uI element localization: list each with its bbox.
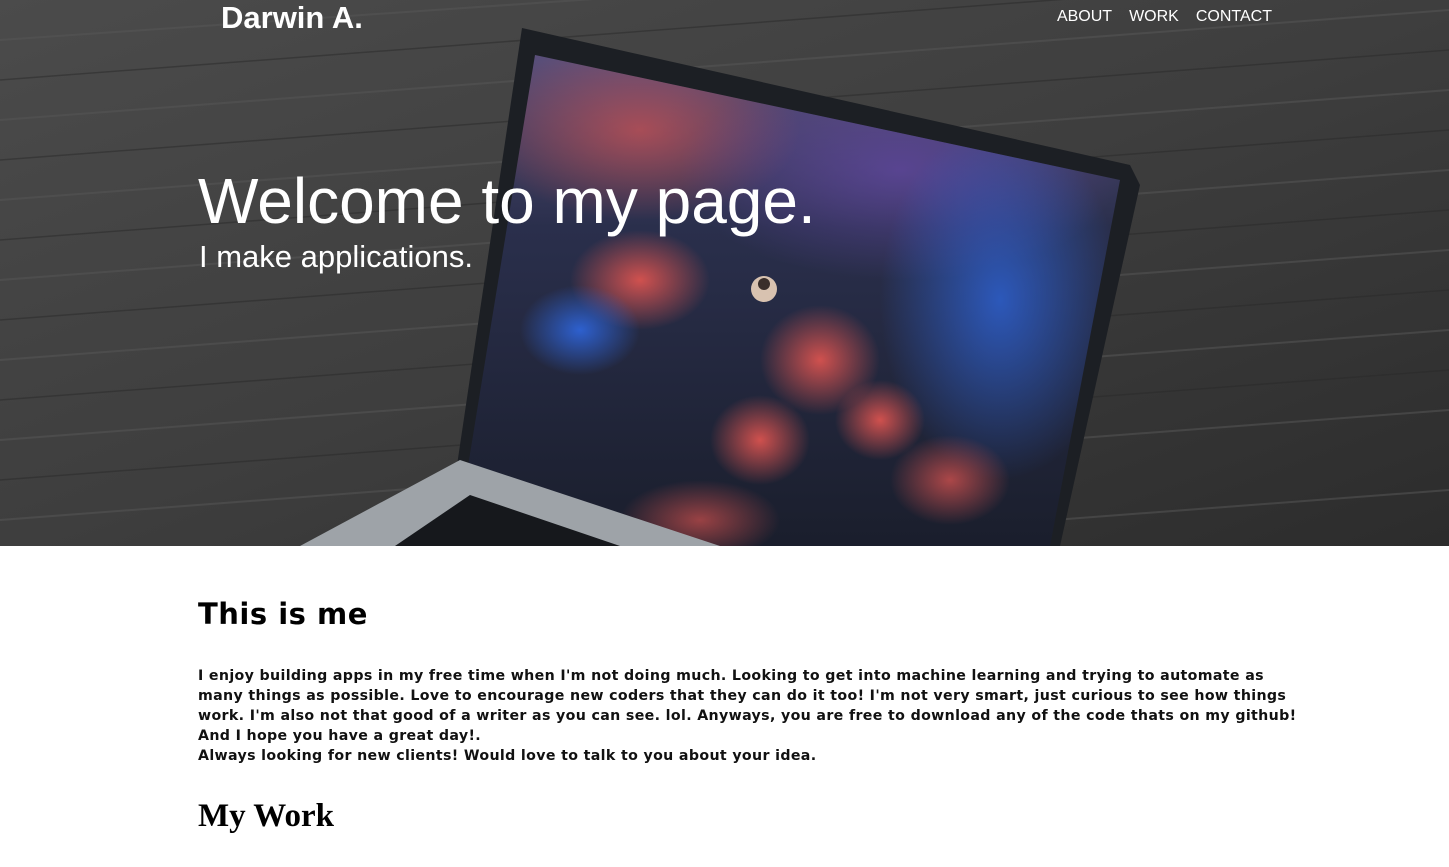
about-cta-text: Always looking for new clients! Would lo… bbox=[198, 748, 817, 764]
top-nav: ABOUT WORK CONTACT bbox=[1040, 7, 1272, 27]
nav-work-link[interactable]: WORK bbox=[1129, 7, 1179, 27]
about-heading: This is me bbox=[198, 597, 368, 631]
nav-contact-link[interactable]: CONTACT bbox=[1196, 7, 1272, 27]
hero-section: Darwin A. ABOUT WORK CONTACT Welcome to … bbox=[0, 0, 1449, 546]
about-paragraph: I enjoy building apps in my free time wh… bbox=[198, 668, 1297, 744]
site-brand[interactable]: Darwin A. bbox=[221, 0, 363, 36]
hero-subtitle: I make applications. bbox=[199, 239, 473, 274]
nav-about-link[interactable]: ABOUT bbox=[1057, 7, 1112, 27]
work-heading: My Work bbox=[198, 798, 334, 834]
hero-title: Welcome to my page. bbox=[198, 165, 816, 237]
